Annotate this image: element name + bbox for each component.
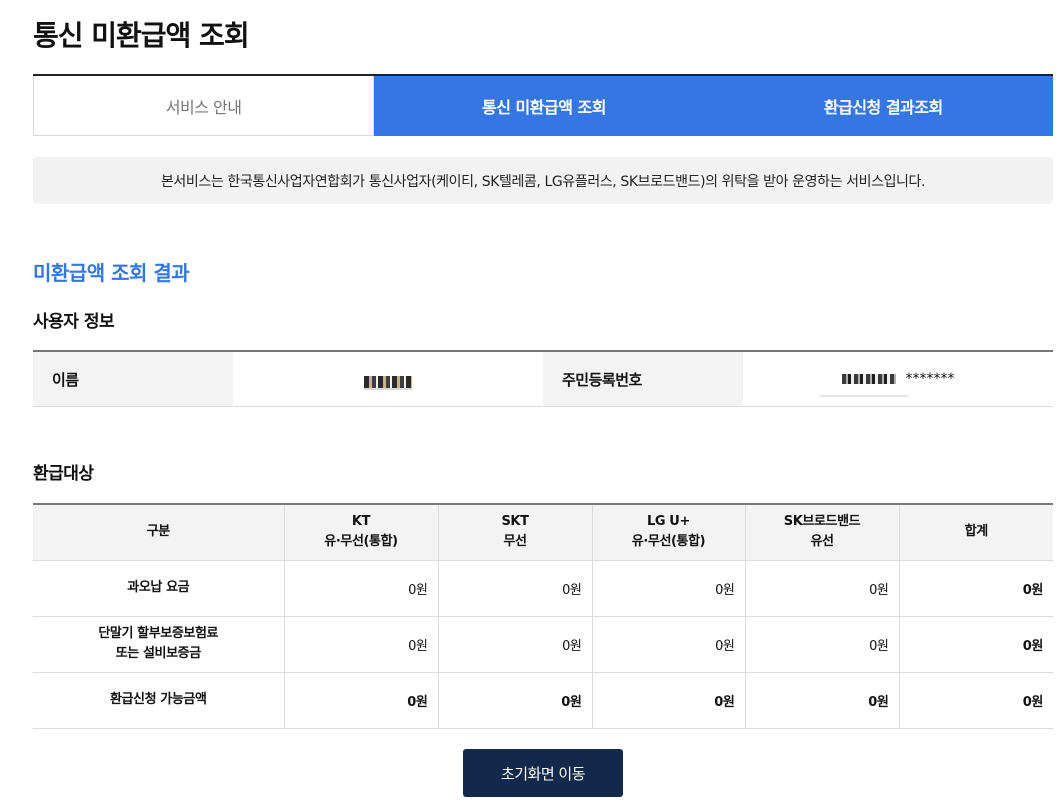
header-skt: SKT 무선 (438, 504, 593, 561)
page-title: 통신 미환급액 조회 (33, 19, 250, 52)
cell-value: 0원 (592, 616, 746, 673)
tab-refund-result[interactable]: 환급신청 결과조회 (713, 76, 1053, 136)
cell-value: 0원 (745, 672, 900, 729)
row-label: 과오납 요금 (33, 560, 285, 617)
cell-value: 0원 (284, 672, 439, 729)
id-value: ******* (743, 352, 1053, 406)
go-home-button[interactable]: 초기화면 이동 (463, 749, 623, 797)
header-total: 합계 (899, 504, 1053, 561)
name-label: 이름 (33, 352, 233, 406)
result-section-title: 미환급액 조회 결과 (33, 261, 190, 285)
cell-value: 0원 (592, 560, 746, 617)
cell-value: 0원 (438, 672, 593, 729)
tab-refund-inquiry[interactable]: 통신 미환급액 조회 (374, 76, 714, 136)
id-label: 주민등록번호 (543, 352, 743, 406)
row-label: 환급신청 가능금액 (33, 672, 285, 729)
cell-total: 0원 (899, 672, 1053, 729)
cell-value: 0원 (438, 560, 593, 617)
masked-name-image (364, 376, 412, 390)
row-label: 단말기 할부보증보험료 또는 설비보증금 (33, 616, 285, 673)
header-skb: SK브로드밴드 유선 (745, 504, 900, 561)
user-info-title: 사용자 정보 (33, 312, 115, 332)
refund-target-title: 환급대상 (33, 464, 94, 484)
name-value (233, 352, 543, 406)
table-row: 과오납 요금 0원 0원 0원 0원 0원 (33, 560, 1053, 617)
service-notice: 본서비스는 한국통신사업자연합회가 통신사업자(케이티, SK텔레콤, LG유플… (33, 157, 1053, 204)
refund-table: 구분 KT 유·무선(통합) SKT 무선 LG U+ 유·무선(통합) SK브로드밴… (33, 503, 1053, 729)
cell-total: 0원 (899, 560, 1053, 617)
cell-value: 0원 (592, 672, 746, 729)
cell-total: 0원 (899, 616, 1053, 673)
masked-id-image (841, 374, 896, 384)
header-kt: KT 유·무선(통합) (284, 504, 439, 561)
cell-value: 0원 (284, 616, 439, 673)
header-lgu: LG U+ 유·무선(통합) (592, 504, 746, 561)
cell-value: 0원 (745, 560, 900, 617)
cell-value: 0원 (284, 560, 439, 617)
header-category: 구분 (33, 504, 285, 561)
cell-value: 0원 (438, 616, 593, 673)
table-row: 환급신청 가능금액 0원 0원 0원 0원 0원 (33, 672, 1053, 729)
user-info-table: 이름 주민등록번호 ******* (33, 350, 1053, 407)
table-header-row: 구분 KT 유·무선(통합) SKT 무선 LG U+ 유·무선(통합) SK브로드밴… (33, 504, 1053, 561)
tab-bar: 서비스 안내 통신 미환급액 조회 환급신청 결과조회 (33, 74, 1053, 136)
cell-value: 0원 (745, 616, 900, 673)
id-masked-suffix: ******* (905, 371, 955, 387)
tab-service-guide[interactable]: 서비스 안내 (33, 76, 375, 136)
table-row: 단말기 할부보증보험료 또는 설비보증금 0원 0원 0원 0원 0원 (33, 616, 1053, 673)
